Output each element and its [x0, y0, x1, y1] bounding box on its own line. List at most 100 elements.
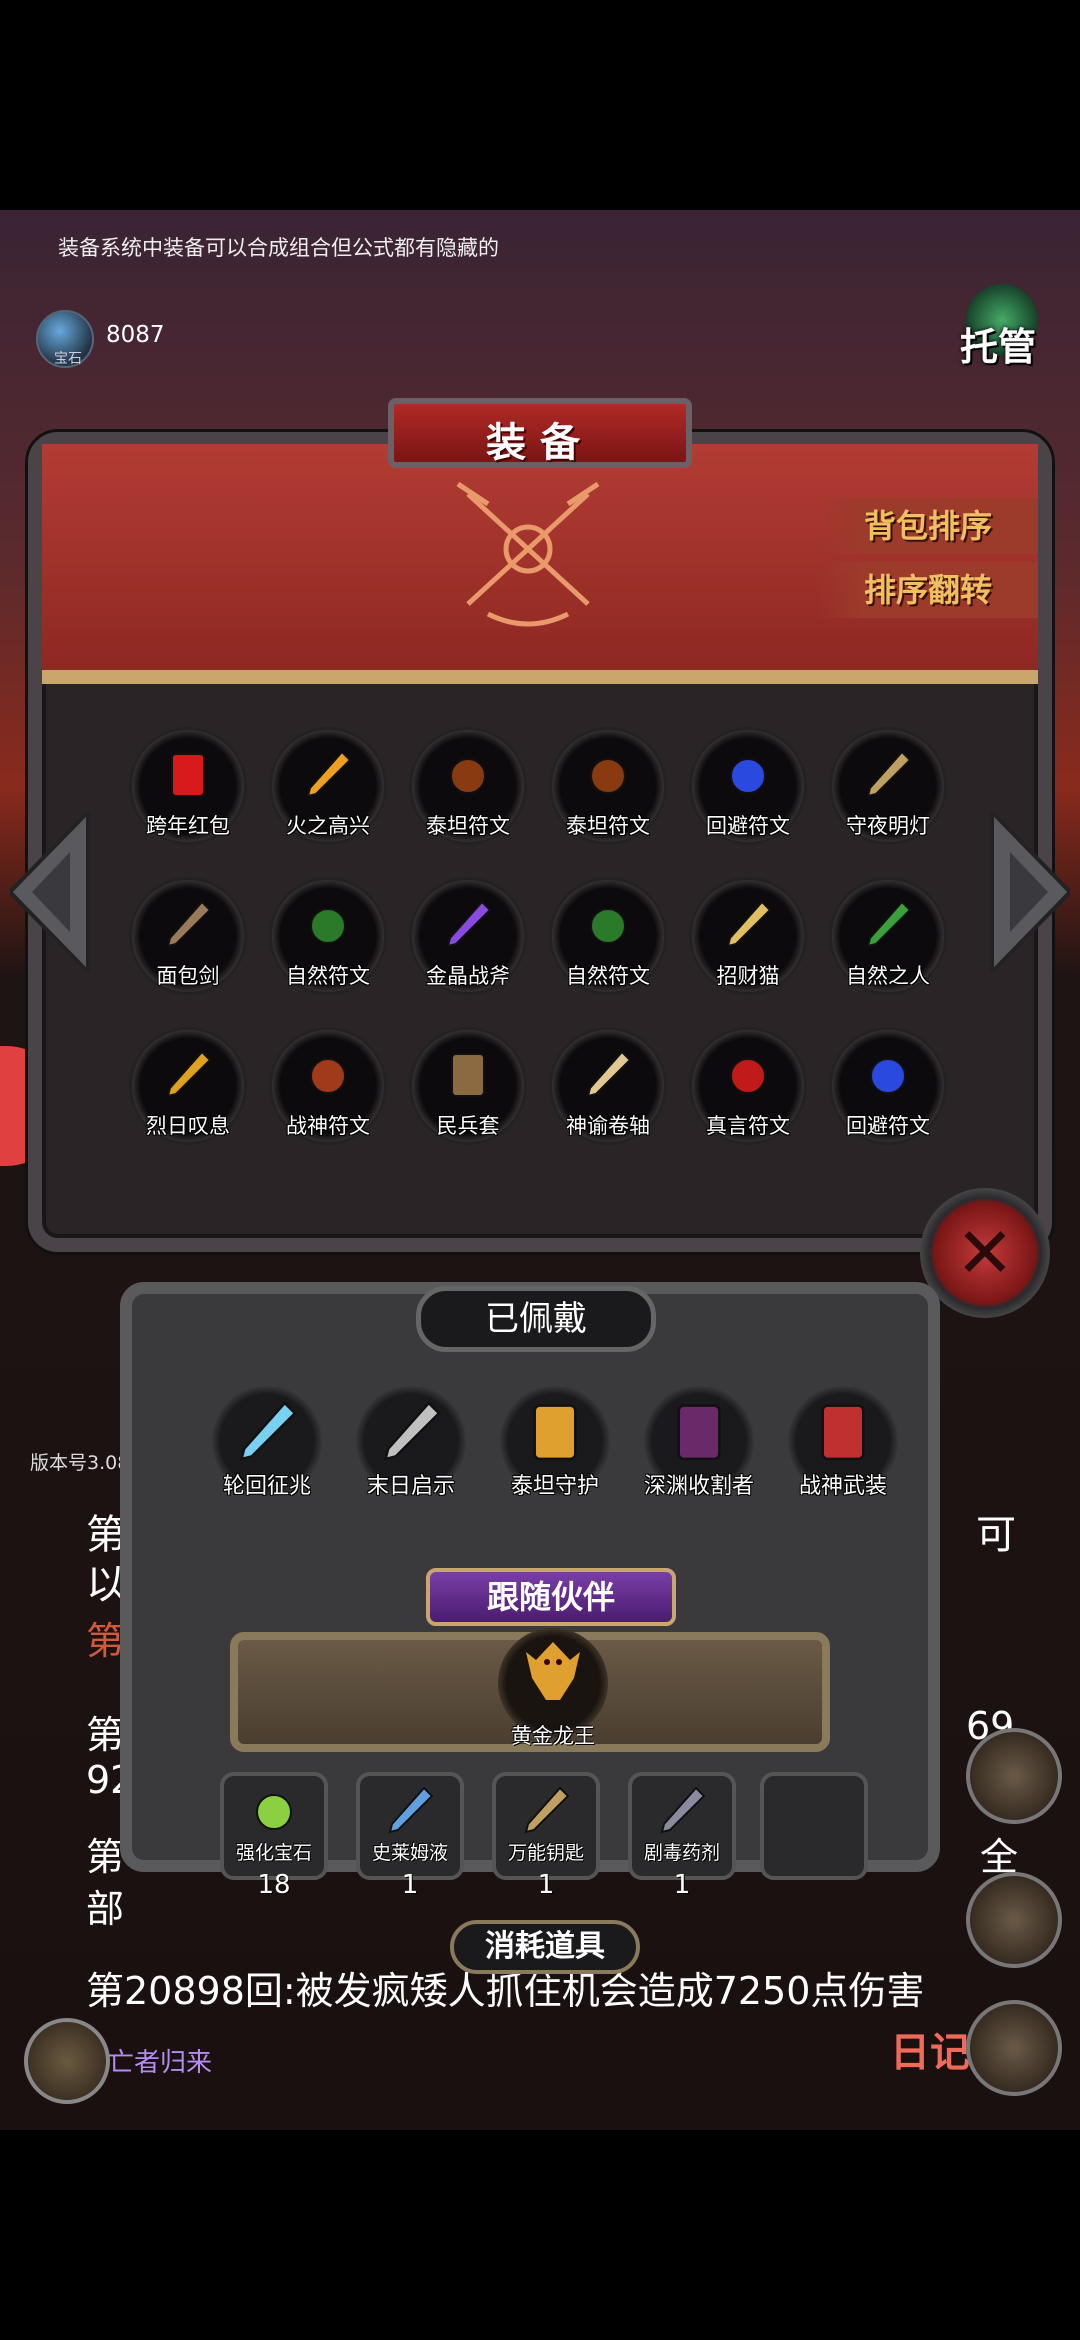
worn-item-slot[interactable]: 末日启示 — [356, 1386, 466, 1499]
equipment-slot[interactable]: 自然之人 — [832, 880, 944, 992]
sort-flip-button[interactable]: 排序翻转 — [818, 562, 1038, 618]
equipment-slot[interactable]: 烈日叹息 — [132, 1030, 244, 1142]
empty-slot-box — [760, 1772, 868, 1880]
worn-item-slot[interactable]: 战神武装 — [788, 1386, 898, 1499]
sort-bag-button[interactable]: 背包排序 — [818, 498, 1038, 554]
equipment-slot[interactable]: 泰坦符文 — [412, 730, 524, 842]
flame-sword-icon — [306, 750, 352, 798]
worn-item-name: 泰坦守护 — [510, 1474, 599, 1499]
crossed-weapons-icon — [383, 1401, 441, 1461]
worn-item-name: 轮回征兆 — [222, 1474, 311, 1499]
item-name: 自然之人 — [846, 964, 930, 988]
key-icon — [524, 1786, 570, 1834]
green-rune-icon — [310, 908, 346, 944]
diary-book-button[interactable] — [966, 2000, 1062, 2096]
equipment-slot[interactable]: 自然符文 — [272, 880, 384, 992]
worn-item-slot[interactable]: 轮回征兆 — [212, 1386, 322, 1499]
log-line: 可 — [976, 1512, 1016, 1558]
ice-staff-icon — [239, 1401, 297, 1461]
worn-item-name: 战神武装 — [798, 1474, 887, 1499]
item-name: 面包剑 — [156, 964, 220, 988]
consumables-title: 消耗道具 — [450, 1920, 640, 1974]
cat-icon — [726, 900, 772, 948]
golden-dragon-icon — [526, 1642, 580, 1700]
consumable-qty: 1 — [537, 1870, 555, 1900]
equipment-slot[interactable]: 招财猫 — [692, 880, 804, 992]
titan-armor-icon — [533, 1404, 577, 1461]
war-rune-icon — [310, 1058, 346, 1094]
gem-counter: 宝石 8087 — [36, 310, 196, 368]
diary-label: 日记 — [890, 2030, 970, 2076]
auto-play-button[interactable]: 托管 — [952, 282, 1052, 382]
green-rune-icon — [590, 908, 626, 944]
equipment-slot[interactable]: 回避符文 — [832, 1030, 944, 1142]
item-name: 招财猫 — [716, 964, 780, 988]
item-name: 守夜明灯 — [846, 814, 930, 838]
worn-item-name: 深渊收割者 — [643, 1474, 754, 1499]
player-name: 亡者归来 — [108, 2048, 213, 2078]
item-name: 民兵套 — [436, 1114, 500, 1138]
consumable-name: 剧毒药剂 — [643, 1842, 720, 1864]
equipment-slot[interactable]: 守夜明灯 — [832, 730, 944, 842]
worn-item-slot[interactable]: 泰坦守护 — [500, 1386, 610, 1499]
crossed-swords-crest-icon — [456, 481, 600, 627]
rune-stone-icon — [590, 758, 626, 794]
tip-text: 装备系统中装备可以合成组合但公式都有隐藏的 — [58, 236, 499, 260]
worn-title: 已佩戴 — [416, 1286, 656, 1352]
player-avatar[interactable] — [24, 2018, 110, 2104]
equipment-slot[interactable]: 火之高兴 — [272, 730, 384, 842]
gem-label: 宝石 — [54, 351, 82, 367]
consumable-name: 史莱姆液 — [371, 1842, 448, 1864]
item-name: 泰坦符文 — [566, 814, 650, 838]
consumable-name: 万能钥匙 — [507, 1842, 584, 1864]
item-name: 神谕卷轴 — [566, 1114, 650, 1138]
equipment-slot[interactable]: 真言符文 — [692, 1030, 804, 1142]
prev-page-arrow-icon[interactable] — [10, 812, 90, 972]
barrel-shield-icon — [451, 1053, 485, 1097]
equipment-slot[interactable]: 自然符文 — [552, 880, 664, 992]
golden-staff-icon — [166, 1050, 212, 1098]
equipment-slot[interactable]: 泰坦符文 — [552, 730, 664, 842]
item-name: 回避符文 — [706, 814, 790, 838]
version-text: 版本号3.08 — [30, 1452, 130, 1474]
rune-stone-icon — [450, 758, 486, 794]
item-name: 战神符文 — [286, 1114, 370, 1138]
equipment-slot[interactable]: 战神符文 — [272, 1030, 384, 1142]
equipment-title-plate: 装备 — [368, 372, 712, 472]
tavern-mug-button[interactable] — [966, 1872, 1062, 1968]
game-screen: 装备系统中装备可以合成组合但公式都有隐藏的 宝石 8087 托管 第 可 以 第… — [0, 210, 1080, 2130]
item-name: 自然符文 — [286, 964, 370, 988]
helmet-button[interactable] — [966, 1728, 1062, 1824]
equipment-slot[interactable]: 神谕卷轴 — [552, 1030, 664, 1142]
equipment-slot[interactable]: 回避符文 — [692, 730, 804, 842]
worn-item-slot[interactable]: 深渊收割者 — [644, 1386, 754, 1499]
consumable-qty: 18 — [257, 1870, 291, 1900]
equipment-slot[interactable]: 跨年红包 — [132, 730, 244, 842]
consumable-slot[interactable]: 万能钥匙 1 — [492, 1772, 600, 1900]
empty-consumable-slot[interactable] — [760, 1772, 868, 1880]
spartan-icon — [821, 1404, 865, 1461]
log-line: 第 — [86, 1835, 125, 1879]
item-name: 火之高兴 — [286, 814, 370, 838]
equipment-slot[interactable]: 金晶战斧 — [412, 880, 524, 992]
companion-slot[interactable]: 黄金龙王 — [498, 1628, 608, 1748]
equipment-slot[interactable]: 面包剑 — [132, 880, 244, 992]
battle-axe-icon — [446, 900, 492, 948]
nature-man-icon — [866, 900, 912, 948]
item-name: 跨年红包 — [146, 814, 230, 838]
consumable-qty: 1 — [673, 1870, 691, 1900]
lantern-icon — [866, 750, 912, 798]
next-page-arrow-icon[interactable] — [990, 812, 1070, 972]
blue-orb-icon — [870, 1058, 906, 1094]
item-name: 回避符文 — [846, 1114, 930, 1138]
consumable-slot[interactable]: 剧毒药剂 1 — [628, 1772, 736, 1900]
companion-title: 跟随伙伴 — [426, 1568, 676, 1626]
consumable-slot[interactable]: 史莱姆液 1 — [356, 1772, 464, 1900]
companion-name: 黄金龙王 — [511, 1724, 595, 1748]
scroll-icon — [586, 1050, 632, 1098]
consumable-qty: 1 — [401, 1870, 419, 1900]
consumable-slot[interactable]: 强化宝石 18 — [220, 1772, 328, 1900]
item-name: 真言符文 — [706, 1114, 790, 1138]
item-name: 自然符文 — [566, 964, 650, 988]
equipment-slot[interactable]: 民兵套 — [412, 1030, 524, 1142]
